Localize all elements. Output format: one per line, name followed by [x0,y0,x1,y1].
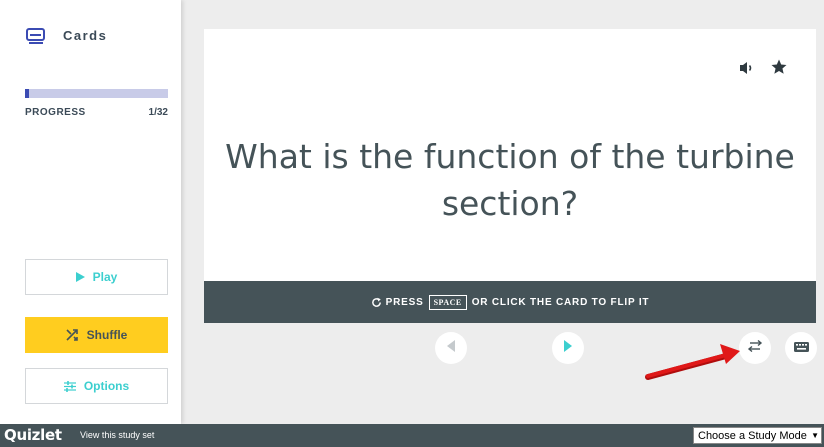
next-card-button[interactable] [552,332,584,364]
mode-title[interactable]: Cards [25,26,107,44]
progress-fill [25,89,30,98]
flashcard[interactable]: What is the function of the turbine sect… [204,29,816,281]
view-study-set-link[interactable]: View this study set [80,430,154,440]
flip-hint-bar[interactable]: PRESS SPACE OR CLICK THE CARD TO FLIP IT [204,281,816,323]
star-icon[interactable] [770,58,788,76]
options-button[interactable]: Options [25,368,168,404]
next-arrow-icon [564,339,572,357]
space-key-badge: SPACE [428,294,467,310]
prev-arrow-icon [447,339,455,357]
progress-bar [25,89,168,98]
flip-hint-press: PRESS [385,296,424,308]
shuffle-icon [66,329,79,341]
play-button-label: Play [92,270,118,284]
mode-title-label: Cards [63,27,108,43]
shuffle-button-label: Shuffle [86,328,128,342]
previous-card-button[interactable] [435,332,467,364]
quizlet-logo[interactable]: Quizlet [4,426,62,444]
sidebar: Cards PROGRESS 1/32 Play Shuffle Options [0,0,181,424]
study-mode-select-value: Choose a Study Mode [698,429,807,442]
chevron-down-icon: ▼ [811,431,819,440]
refresh-icon [371,297,382,308]
progress-label: PROGRESS [25,107,86,118]
keyboard-icon [793,339,809,357]
shuffle-button[interactable]: Shuffle [25,317,168,353]
audio-icon[interactable] [739,60,755,76]
flip-hint-rest: OR CLICK THE CARD TO FLIP IT [471,296,650,308]
study-mode-select[interactable]: Choose a Study Mode ▼ [693,427,822,444]
options-button-label: Options [83,379,130,393]
keyboard-shortcuts-button[interactable] [785,332,817,364]
footer-bar: Quizlet View this study set Choose a Stu… [0,424,824,447]
progress-count: 1/32 [148,107,168,118]
annotation-arrow [645,344,740,380]
card-question: What is the function of the turbine sect… [225,137,795,223]
options-icon [63,380,76,392]
play-icon [75,272,85,282]
play-button[interactable]: Play [25,259,168,295]
cards-icon [25,26,47,44]
